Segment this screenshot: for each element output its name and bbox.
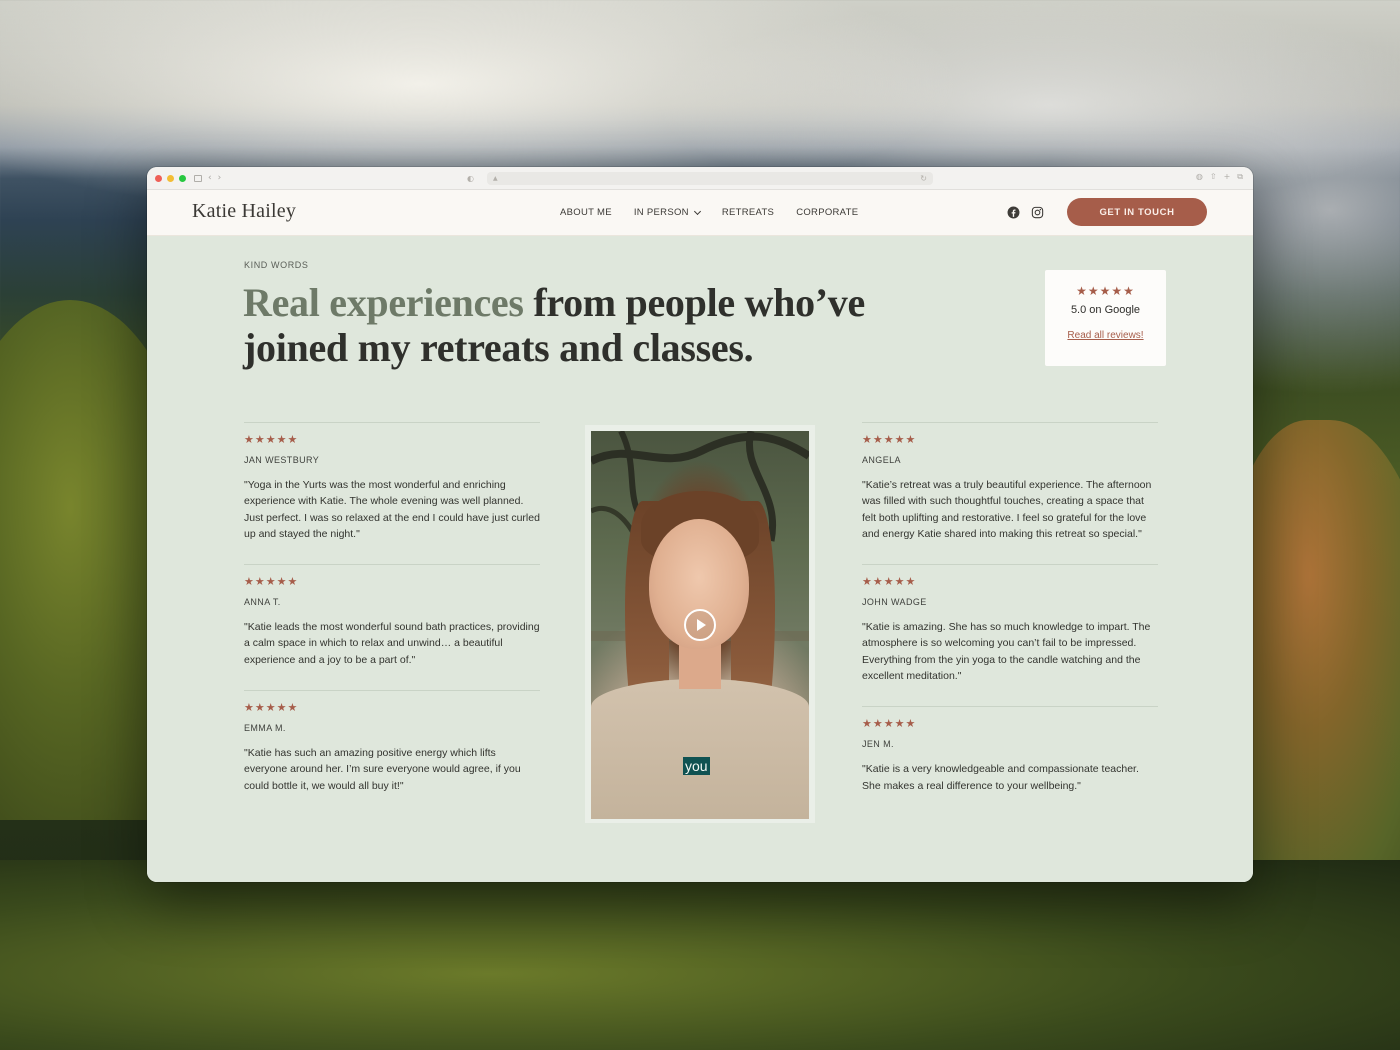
close-window-button[interactable] [155, 174, 162, 182]
review-stars: ★★★★★ [244, 701, 299, 715]
review-card: ★★★★★ EMMA M. "Katie has such an amazing… [244, 690, 540, 794]
review-card: ★★★★★ JEN M. "Katie is a very knowledgea… [862, 706, 1158, 794]
reviews-column-right: ★★★★★ ANGELA "Katie’s retreat was a trul… [862, 422, 1158, 794]
review-text: "Katie is a very knowledgeable and compa… [862, 763, 1139, 792]
play-icon[interactable] [684, 609, 716, 641]
sidebar-toggle-icon[interactable] [194, 174, 202, 182]
review-stars: ★★★★★ [244, 575, 299, 589]
video-testimonial: you [585, 425, 815, 823]
nav-in-person-label: IN PERSON [633, 207, 689, 218]
video-caption: you [683, 757, 710, 775]
testimonials-section: KIND WORDS Real experiences from people … [147, 236, 1253, 882]
section-headline: Real experiences from people who’ve join… [243, 280, 883, 370]
nav-in-person[interactable]: IN PERSON [633, 207, 701, 218]
browser-window: ‹ › ◐ ▲ ↻ ◍ ⇧ + ⧉ Katie Hailey ABOUT ME … [147, 167, 1253, 882]
get-in-touch-button[interactable]: GET IN TOUCH [1067, 198, 1207, 226]
facebook-icon[interactable] [1007, 206, 1020, 219]
review-card: ★★★★★ JOHN WADGE "Katie is amazing. She … [862, 564, 1158, 684]
tabs-overview-icon[interactable]: ⧉ [1237, 173, 1243, 181]
share-icon[interactable]: ⇧ [1210, 173, 1217, 181]
review-text: "Katie leads the most wonderful sound ba… [244, 621, 540, 666]
site-logo[interactable]: Katie Hailey [192, 200, 296, 223]
review-text: "Katie’s retreat was a truly beautiful e… [862, 479, 1152, 540]
site-header: Katie Hailey ABOUT ME IN PERSON RETREATS… [147, 190, 1253, 236]
review-text: "Yoga in the Yurts was the most wonderfu… [244, 479, 540, 540]
social-links [1007, 206, 1044, 219]
nav-about-me[interactable]: ABOUT ME [560, 207, 612, 218]
chevron-down-icon [693, 207, 701, 215]
google-rating-text: 5.0 on Google [1070, 304, 1141, 316]
main-nav: ABOUT ME IN PERSON RETREATS CORPORATE [560, 207, 858, 218]
lock-icon: ▲ [493, 175, 498, 182]
headline-highlight: Real experiences [243, 280, 524, 325]
reviewer-name: JEN M. [862, 739, 894, 750]
review-stars: ★★★★★ [862, 717, 917, 731]
review-stars: ★★★★★ [862, 575, 917, 589]
browser-toolbar: ‹ › ◐ ▲ ↻ ◍ ⇧ + ⧉ [147, 167, 1253, 190]
new-tab-icon[interactable]: + [1224, 173, 1231, 181]
reviews-column-left: ★★★★★ JAN WESTBURY "Yoga in the Yurts wa… [244, 422, 540, 794]
video-player[interactable]: you [591, 431, 809, 819]
read-all-reviews-link[interactable]: Read all reviews! [1045, 330, 1166, 341]
window-controls [155, 174, 186, 182]
reviewer-name: EMMA M. [244, 723, 286, 734]
instagram-icon[interactable] [1031, 206, 1044, 219]
minimize-window-button[interactable] [167, 174, 174, 182]
review-text: "Katie is amazing. She has so much knowl… [862, 621, 1151, 683]
privacy-shield-icon[interactable]: ◐ [467, 174, 487, 183]
review-stars: ★★★★★ [862, 433, 917, 446]
review-text: "Katie has such an amazing positive ener… [244, 747, 521, 792]
maximize-window-button[interactable] [179, 174, 186, 182]
reviewer-name: ANGELA [862, 455, 901, 465]
review-stars: ★★★★★ [244, 433, 299, 446]
reload-icon[interactable]: ↻ [920, 172, 927, 185]
section-eyebrow: KIND WORDS [244, 260, 309, 270]
extensions-icon[interactable]: ◍ [1196, 173, 1203, 181]
reviewer-name: ANNA T. [244, 597, 281, 608]
reviewer-name: JAN WESTBURY [244, 455, 320, 465]
google-rating-stars: ★★★★★ [1076, 284, 1135, 298]
review-card: ★★★★★ ANNA T. "Katie leads the most wond… [244, 564, 540, 668]
forward-icon[interactable]: › [218, 173, 222, 183]
background-forest [0, 860, 1400, 1050]
back-icon[interactable]: ‹ [208, 173, 212, 183]
nav-corporate[interactable]: CORPORATE [796, 207, 858, 218]
review-card: ★★★★★ ANGELA "Katie’s retreat was a trul… [862, 422, 1158, 542]
review-card: ★★★★★ JAN WESTBURY "Yoga in the Yurts wa… [244, 422, 540, 542]
address-bar[interactable]: ▲ ↻ [487, 172, 933, 185]
video-subject-sweater [591, 679, 809, 819]
google-rating-card: ★★★★★ 5.0 on Google Read all reviews! [1045, 270, 1166, 366]
nav-retreats[interactable]: RETREATS [722, 207, 774, 218]
reviewer-name: JOHN WADGE [862, 597, 927, 608]
